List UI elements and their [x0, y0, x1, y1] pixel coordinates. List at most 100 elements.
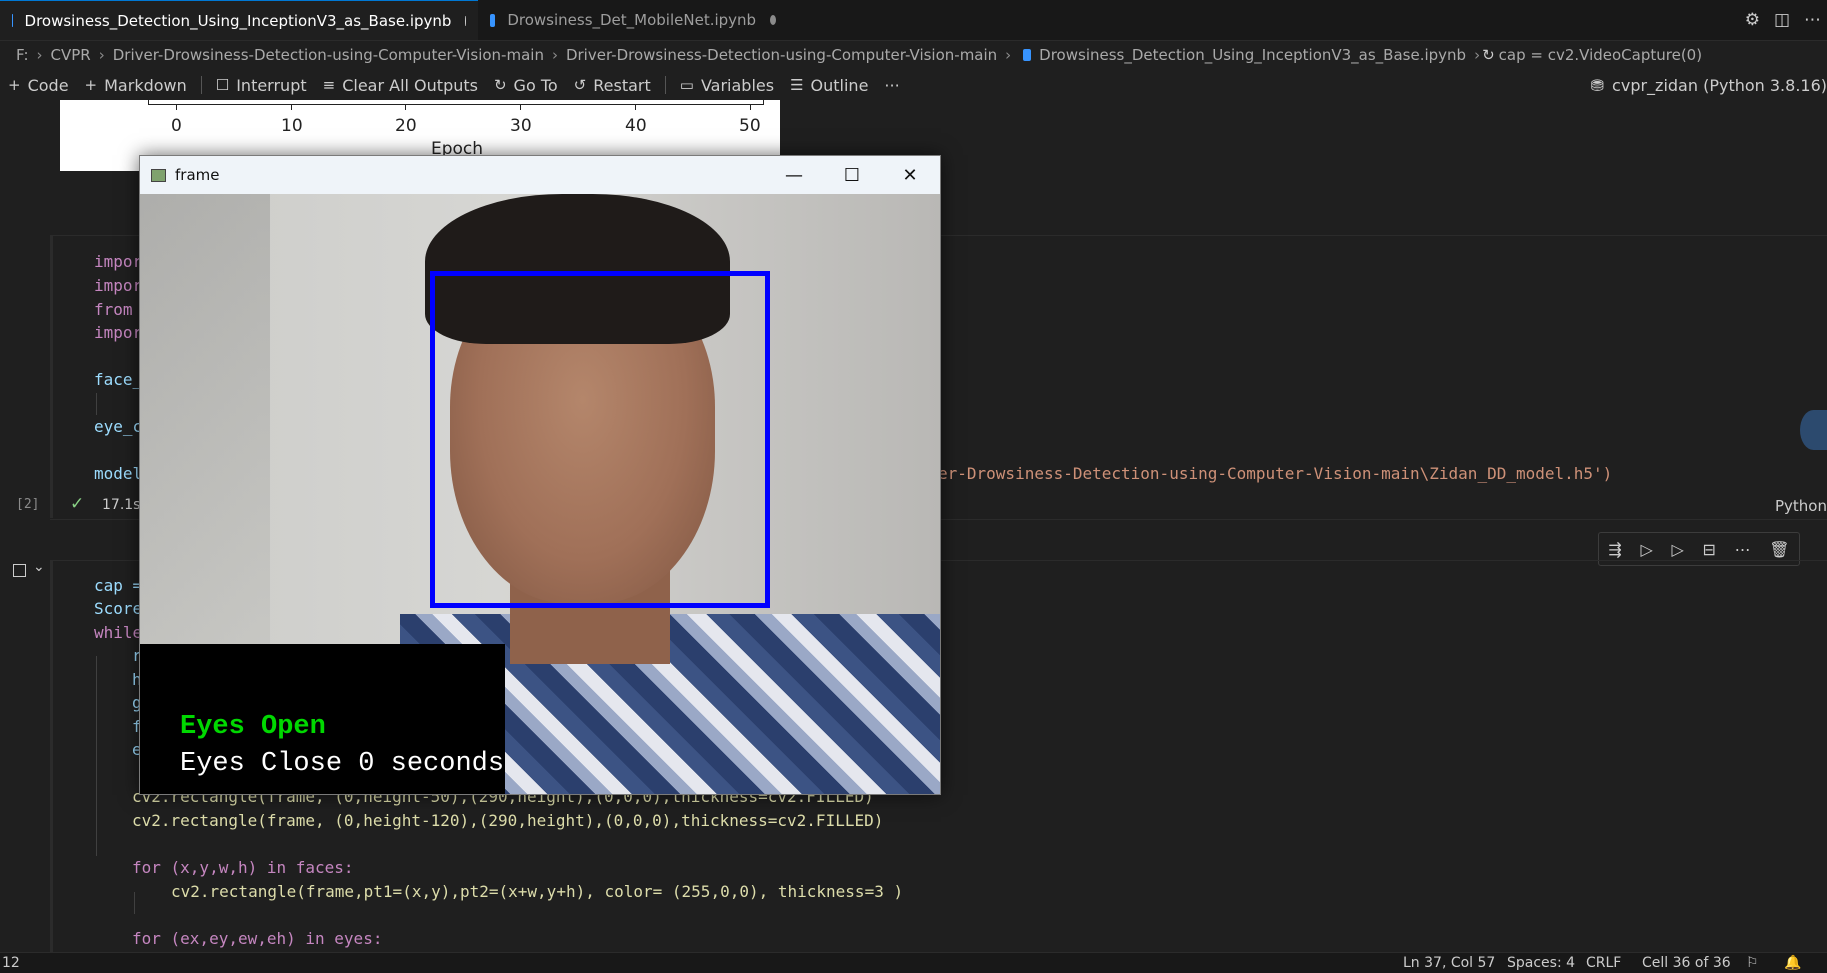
unsaved-dot-icon[interactable]: [770, 15, 776, 25]
restart-button[interactable]: ↺ Restart: [566, 71, 659, 99]
breadcrumb-drive[interactable]: F:: [16, 46, 29, 64]
x-tick-mark: [176, 104, 177, 110]
x-axis-line: [148, 104, 764, 105]
tab-actions: ⚙ ◫ ⋯: [1745, 0, 1827, 40]
code-line: for (ex,ey,ew,eh) in eyes:: [132, 929, 383, 948]
notebook-file-icon: [1023, 49, 1032, 61]
chevron-right-icon: ›: [551, 46, 558, 64]
more-actions-button[interactable]: ···: [876, 71, 907, 99]
editor-tab-bar: Drowsiness_Detection_Using_InceptionV3_a…: [0, 0, 1827, 41]
x-tick-label: 30: [510, 116, 532, 136]
x-tick-label: 50: [739, 116, 761, 136]
clear-all-outputs-button[interactable]: ≡ Clear All Outputs: [315, 71, 486, 99]
sync-icon: ↻: [1482, 46, 1495, 64]
kernel-picker[interactable]: ⛃ cvpr_zidan (Python 3.8.16): [1591, 70, 1827, 100]
window-app-icon: [151, 168, 166, 182]
go-to-icon: ↻: [493, 76, 507, 94]
outline-button[interactable]: ☰ Outline: [782, 71, 876, 99]
tab-inceptionv3-notebook[interactable]: Drowsiness_Detection_Using_InceptionV3_a…: [0, 0, 478, 40]
x-tick-label: 20: [395, 116, 417, 136]
split-cell-icon[interactable]: ⊟: [1702, 540, 1715, 559]
cell-select-checkbox[interactable]: [13, 564, 26, 577]
maximize-icon[interactable]: ☐: [824, 156, 880, 194]
code-line: impor: [94, 276, 143, 295]
button-label: Clear All Outputs: [342, 75, 478, 95]
eyes-close-label: Eyes Close 0 seconds: [180, 749, 505, 779]
more-icon[interactable]: ⋯: [1804, 10, 1821, 30]
execution-time: 17.1s: [102, 497, 141, 513]
stop-icon: ☐: [215, 76, 230, 94]
button-label: Code: [27, 75, 69, 95]
x-tick-label: 40: [625, 116, 647, 136]
extension-icon[interactable]: [1800, 410, 1827, 450]
breadcrumb-folder-cvpr[interactable]: CVPR: [51, 46, 91, 64]
tab-label: Drowsiness_Det_MobileNet.ipynb: [507, 11, 757, 29]
breadcrumb-folder-project-inner[interactable]: Driver-Drowsiness-Detection-using-Comput…: [566, 46, 997, 64]
chevron-right-icon: ›: [36, 46, 43, 64]
cursor-position[interactable]: Ln 37, Col 57: [1403, 955, 1495, 971]
split-editor-icon[interactable]: ◫: [1774, 10, 1790, 30]
kernel-label: cvpr_zidan (Python 3.8.16): [1612, 75, 1827, 95]
x-tick-mark: [405, 104, 406, 110]
cell-indicator[interactable]: Cell 36 of 36: [1642, 955, 1731, 971]
code-line: eye_c: [94, 417, 143, 436]
status-left-count[interactable]: 12: [2, 955, 20, 971]
execute-below-icon[interactable]: ▷: [1671, 540, 1683, 559]
notebook-file-icon: [490, 13, 496, 27]
feedback-icon[interactable]: ⚐: [1746, 955, 1759, 971]
webcam-video-frame: Eyes Open Eyes Close 0 seconds: [140, 194, 940, 794]
status-bar: 12 Ln 37, Col 57 Spaces: 4 CRLF Cell 36 …: [0, 952, 1827, 973]
breadcrumb: F: › CVPR › Driver-Drowsiness-Detection-…: [0, 41, 1827, 69]
code-line: for (x,y,w,h) in faces:: [132, 858, 354, 877]
plus-icon: +: [84, 76, 98, 94]
execution-count: [2]: [16, 497, 40, 512]
x-tick-mark: [520, 104, 521, 110]
toolbar-divider: [200, 76, 202, 94]
gear-icon[interactable]: ⚙: [1745, 10, 1760, 30]
opencv-frame-window[interactable]: frame — ☐ ✕ Eyes Open Eyes Close 0 secon…: [139, 155, 941, 795]
notebook-toolbar: + Code + Markdown ☐ Interrupt ≡ Clear All Ou…: [0, 70, 1827, 100]
execute-above-icon[interactable]: ▷: [1640, 540, 1652, 559]
bell-icon[interactable]: 🔔: [1784, 955, 1801, 971]
run-by-line-icon[interactable]: ⇶: [1608, 540, 1621, 559]
x-tick-mark: [750, 104, 751, 110]
add-code-cell-button[interactable]: + Code: [0, 71, 77, 99]
code-line: cv2.rectangle(frame, (0,height-120),(290…: [132, 811, 884, 830]
cell-focus-bar: [50, 560, 53, 972]
more-icon[interactable]: ⋯: [1735, 540, 1751, 559]
button-label: Interrupt: [236, 75, 307, 95]
code-line: impor: [94, 323, 143, 342]
breadcrumb-symbol[interactable]: cap = cv2.VideoCapture(0): [1499, 46, 1702, 64]
unsaved-dot-icon[interactable]: [465, 15, 466, 26]
button-label: Go To: [513, 75, 558, 95]
button-label: Variables: [700, 75, 775, 95]
indentation[interactable]: Spaces: 4: [1507, 955, 1575, 971]
x-tick-label: 10: [281, 116, 303, 136]
end-of-line[interactable]: CRLF: [1586, 955, 1621, 971]
minimize-icon[interactable]: —: [766, 156, 822, 194]
code-line: face_: [94, 370, 143, 389]
variables-button[interactable]: ▭ Variables: [672, 71, 782, 99]
code-line: model: [94, 464, 143, 483]
cell-language[interactable]: Python: [1775, 497, 1827, 515]
interrupt-button[interactable]: ☐ Interrupt: [208, 71, 315, 99]
breadcrumb-folder-project[interactable]: Driver-Drowsiness-Detection-using-Comput…: [113, 46, 544, 64]
wall-shadow: [140, 194, 270, 644]
go-to-button[interactable]: ↻ Go To: [486, 71, 566, 99]
success-check-icon: ✓: [70, 494, 85, 514]
button-label: Restart: [593, 75, 651, 95]
tab-mobilenet-notebook[interactable]: Drowsiness_Det_MobileNet.ipynb: [478, 0, 788, 40]
breadcrumb-file[interactable]: Drowsiness_Detection_Using_InceptionV3_a…: [1039, 46, 1466, 64]
chevron-down-icon[interactable]: ⌄: [33, 559, 45, 575]
axis-frame-left: [148, 100, 149, 105]
kernel-icon: ⛃: [1590, 75, 1605, 95]
x-tick-mark: [291, 104, 292, 110]
tab-label: Drowsiness_Detection_Using_InceptionV3_a…: [24, 11, 452, 30]
window-titlebar[interactable]: frame — ☐ ✕: [140, 156, 940, 194]
close-icon[interactable]: ✕: [882, 156, 938, 194]
add-markdown-cell-button[interactable]: + Markdown: [77, 71, 195, 99]
face-detection-box: [430, 271, 770, 608]
indent-guide: [134, 892, 135, 914]
more-icon: ···: [884, 75, 900, 95]
delete-cell-icon[interactable]: 🗑: [1769, 540, 1789, 559]
